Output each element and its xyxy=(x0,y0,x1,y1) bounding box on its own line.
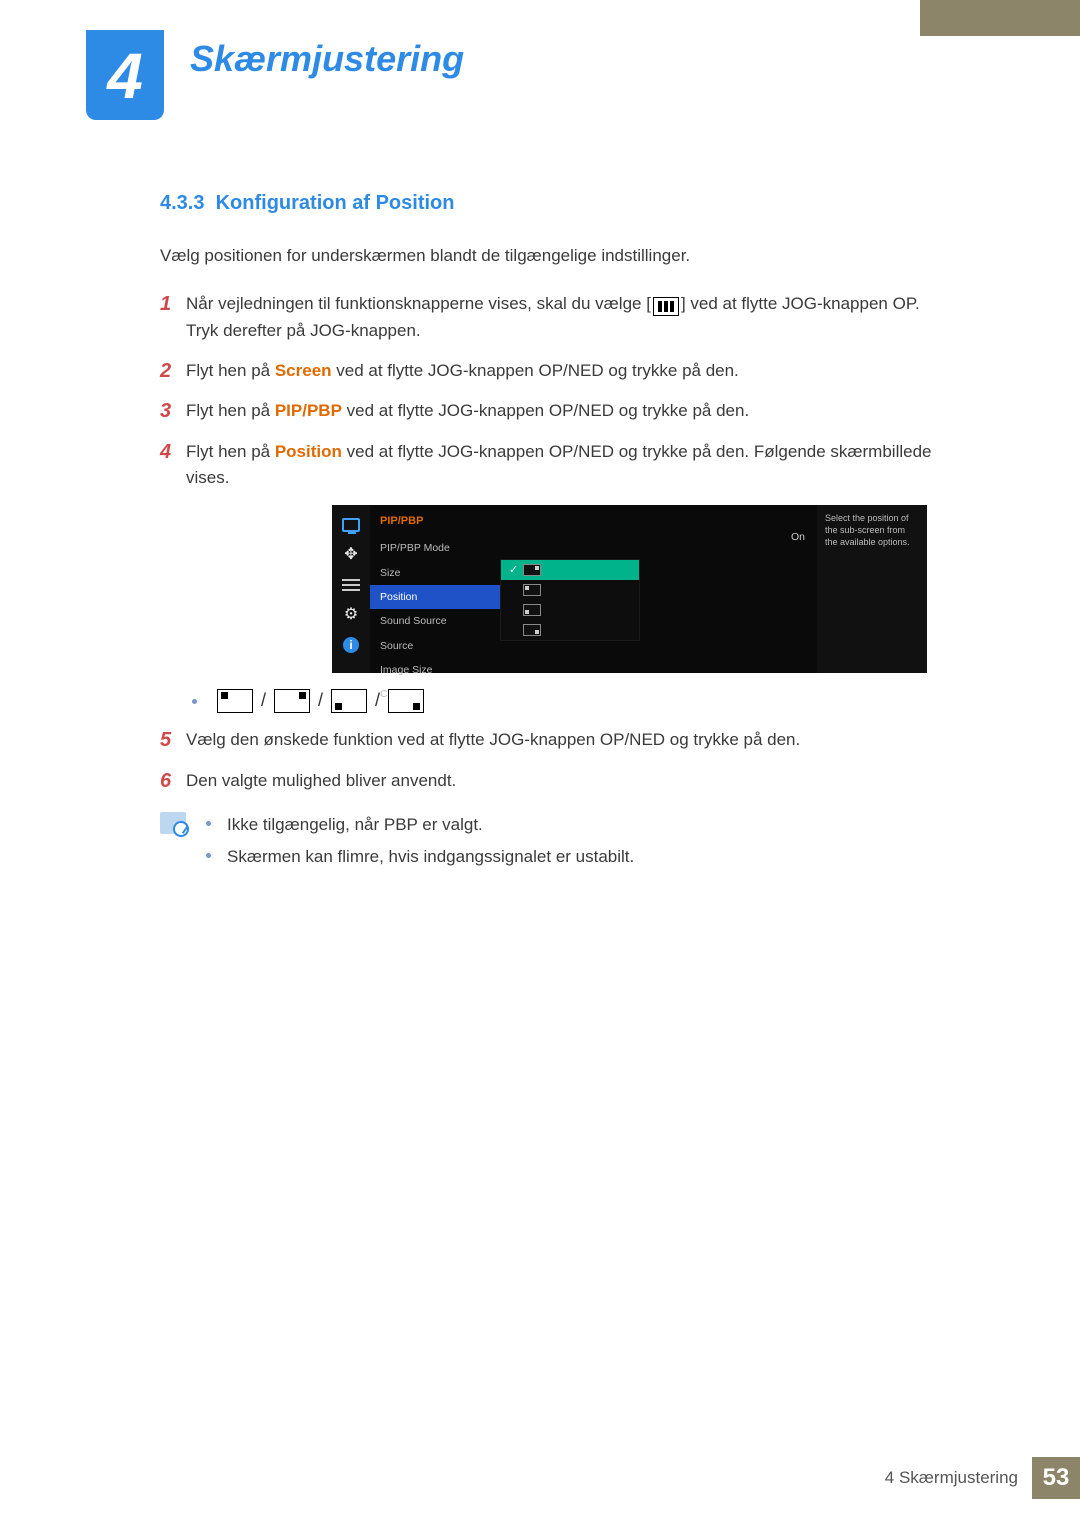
step-body: Flyt hen på PIP/PBP ved at flytte JOG-kn… xyxy=(186,398,940,424)
osd-title: PIP/PBP xyxy=(370,513,500,536)
info-icon xyxy=(340,635,362,655)
separator: / xyxy=(261,687,266,715)
note-line: Ikke tilgængelig, når PBP er valgt. xyxy=(206,812,940,838)
check-icon: ✓ xyxy=(509,562,518,579)
step-3: 3 Flyt hen på PIP/PBP ved at flytte JOG-… xyxy=(160,398,940,424)
step-body: Flyt hen på Screen ved at flytte JOG-kna… xyxy=(186,358,940,384)
step-text: Flyt hen på xyxy=(186,401,275,420)
osd-item-source: Source xyxy=(370,634,500,658)
osd-menu-column: PIP/PBP PIP/PBP Mode Size Position Sound… xyxy=(370,505,500,673)
osd-option-bottom-left: ✓ xyxy=(501,600,639,620)
step-text: Når vejledningen til funktionsknapperne … xyxy=(186,294,651,313)
step-body: Når vejledningen til funktionsknapperne … xyxy=(186,291,940,344)
step-text: Flyt hen på xyxy=(186,442,275,461)
chapter-number-badge: 4 xyxy=(86,30,164,120)
osd-option-bottom-right: ✓ xyxy=(501,620,639,640)
position-bottom-left-icon xyxy=(331,689,367,713)
osd-item-mode: PIP/PBP Mode xyxy=(370,536,500,560)
intro-text: Vælg positionen for underskærmen blandt … xyxy=(160,243,940,269)
step-4: 4 Flyt hen på Position ved at flytte JOG… xyxy=(160,439,940,492)
menu-icon xyxy=(653,297,679,316)
page-content: 4.3.3 Konfiguration af Position Vælg pos… xyxy=(160,188,940,877)
move-icon xyxy=(340,545,362,565)
note-block: Ikke tilgængelig, når PBP er valgt. Skær… xyxy=(160,812,940,877)
step-text: ved at flytte JOG-knappen OP/NED og tryk… xyxy=(332,361,739,380)
position-bottom-right-icon xyxy=(523,624,541,636)
gear-icon xyxy=(340,605,362,625)
separator: / xyxy=(318,687,323,715)
position-top-right-icon xyxy=(523,564,541,576)
step-text: ved at flytte JOG-knappen OP/NED og tryk… xyxy=(342,401,749,420)
bullet-icon xyxy=(206,821,211,826)
note-line: Skærmen kan flimre, hvis indgangssignale… xyxy=(206,844,940,870)
section-heading: 4.3.3 Konfiguration af Position xyxy=(160,188,940,219)
chapter-title: Skærmjustering xyxy=(190,38,464,80)
osd-item-position: Position xyxy=(370,585,500,609)
bullet-icon xyxy=(206,853,211,858)
step-number: 6 xyxy=(160,768,186,794)
step-5: 5 Vælg den ønskede funktion ved at flytt… xyxy=(160,727,940,753)
step-body: Flyt hen på Position ved at flytte JOG-k… xyxy=(186,439,940,492)
position-top-right-icon xyxy=(274,689,310,713)
osd-value-column: On ✓ ✓ ✓ ✓ xyxy=(500,505,817,673)
position-bottom-right-icon xyxy=(388,689,424,713)
step-1: 1 Når vejledningen til funktionsknappern… xyxy=(160,291,940,344)
bullet-icon xyxy=(192,699,197,704)
osd-option-top-right: ✓ xyxy=(501,560,639,580)
step-6: 6 Den valgte mulighed bliver anvendt. xyxy=(160,768,940,794)
step-text: Flyt hen på xyxy=(186,361,275,380)
step-body: Den valgte mulighed bliver anvendt. xyxy=(186,768,940,794)
list-icon xyxy=(340,575,362,595)
footer-page-number: 53 xyxy=(1032,1457,1080,1499)
highlight-screen: Screen xyxy=(275,361,332,380)
step-number: 3 xyxy=(160,398,186,424)
position-top-left-icon xyxy=(217,689,253,713)
osd-item-imgsize: Image Size xyxy=(370,658,500,682)
page-tab-strip xyxy=(920,0,1080,36)
position-top-left-icon xyxy=(523,584,541,596)
section-title: Konfiguration af Position xyxy=(216,192,455,214)
osd-help-text: Select the position of the sub-screen fr… xyxy=(817,505,927,673)
step-number: 1 xyxy=(160,291,186,344)
position-icons-row: / / / xyxy=(192,687,940,715)
footer-chapter-label: 4 Skærmjustering xyxy=(885,1468,1018,1488)
step-number: 2 xyxy=(160,358,186,384)
note-text: Skærmen kan flimre, hvis indgangssignale… xyxy=(227,844,634,870)
osd-icon-column xyxy=(332,505,370,673)
highlight-pippbp: PIP/PBP xyxy=(275,401,342,420)
step-number: 5 xyxy=(160,727,186,753)
osd-position-options: ✓ ✓ ✓ ✓ xyxy=(500,559,640,641)
osd-screenshot: PIP/PBP PIP/PBP Mode Size Position Sound… xyxy=(332,505,927,673)
note-icon xyxy=(160,812,186,834)
step-number: 4 xyxy=(160,439,186,492)
osd-item-size: Size xyxy=(370,561,500,585)
position-bottom-left-icon xyxy=(523,604,541,616)
highlight-position: Position xyxy=(275,442,342,461)
osd-item-sound: Sound Source xyxy=(370,609,500,633)
screen-icon xyxy=(340,515,362,535)
section-number: 4.3.3 xyxy=(160,192,204,214)
step-2: 2 Flyt hen på Screen ved at flytte JOG-k… xyxy=(160,358,940,384)
note-text: Ikke tilgængelig, når PBP er valgt. xyxy=(227,812,483,838)
step-body: Vælg den ønskede funktion ved at flytte … xyxy=(186,727,940,753)
osd-mode-value: On xyxy=(791,529,805,545)
note-list: Ikke tilgængelig, når PBP er valgt. Skær… xyxy=(206,812,940,877)
osd-option-top-left: ✓ xyxy=(501,580,639,600)
page-footer: 4 Skærmjustering 53 xyxy=(885,1457,1080,1499)
